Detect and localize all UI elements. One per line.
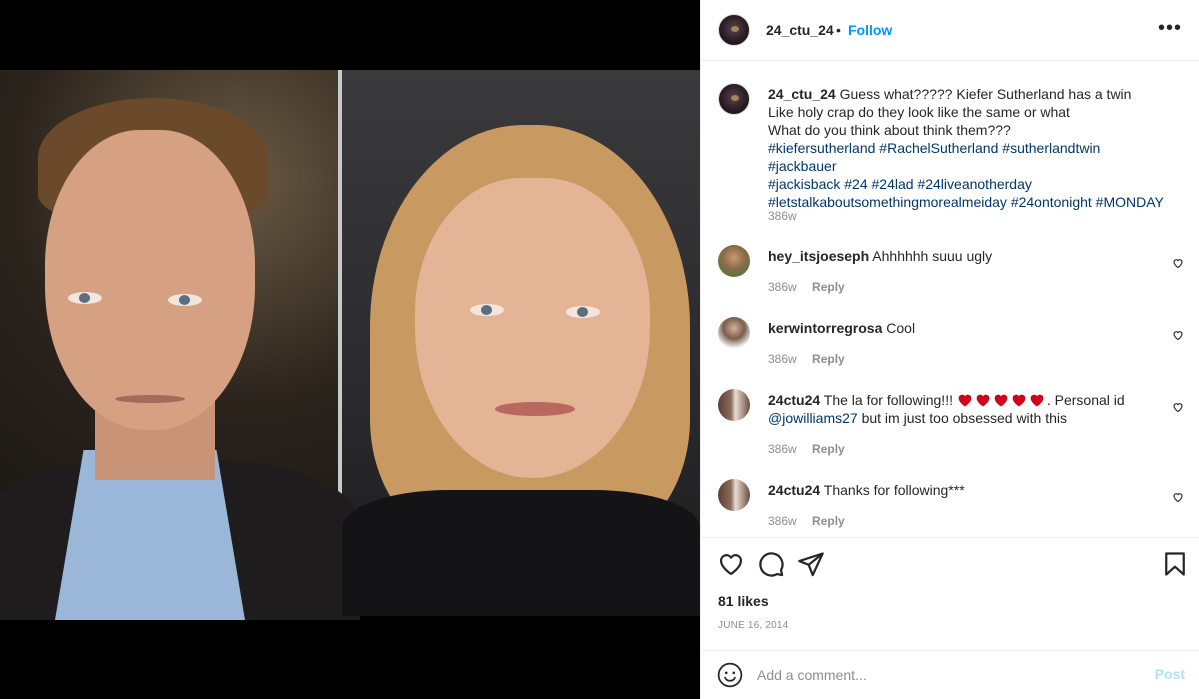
- figure-mouth: [115, 395, 185, 403]
- comment-body: hey_itsjoeseph Ahhhhhh suuu ugly: [768, 247, 1168, 265]
- author-avatar[interactable]: [718, 83, 750, 115]
- author-avatar[interactable]: [718, 14, 750, 46]
- figure-face-female: [415, 178, 650, 478]
- heart-small-icon[interactable]: [1172, 401, 1184, 413]
- hashtag-link[interactable]: #24liveanotherday: [917, 176, 1031, 192]
- comment-meta: 386w Reply: [768, 514, 857, 528]
- comment-age[interactable]: 386w: [768, 280, 797, 294]
- comment-age[interactable]: 386w: [768, 352, 797, 366]
- hashtag-link[interactable]: #MONDAY: [1096, 194, 1164, 210]
- figure-eye: [566, 306, 600, 318]
- comment-body: 24ctu24 The la for following!!! . Person…: [768, 391, 1168, 427]
- comment-text: Cool: [886, 320, 916, 336]
- comment-username[interactable]: kerwintorregrosa: [768, 320, 882, 336]
- add-comment-input[interactable]: [757, 664, 1127, 686]
- comment-text: Thanks for following***: [823, 482, 965, 498]
- red-heart-emoji-icon: [957, 392, 1047, 408]
- share-icon[interactable]: [797, 550, 825, 578]
- comment-text: but im just too obsessed with this: [861, 410, 1068, 426]
- like-icon[interactable]: [717, 550, 745, 578]
- add-comment-bar: Post: [701, 650, 1199, 699]
- mention-link[interactable]: @jowilliams27: [768, 410, 858, 426]
- comments-list[interactable]: 24_ctu_24 Guess what????? Kiefer Sutherl…: [701, 62, 1199, 536]
- commenter-avatar[interactable]: [718, 479, 750, 511]
- figure-eye: [68, 292, 102, 304]
- emoji-icon[interactable]: [717, 662, 743, 688]
- hashtag-link[interactable]: #sutherlandtwin: [1002, 140, 1100, 156]
- comment-username[interactable]: 24ctu24: [768, 392, 820, 408]
- hashtag-link[interactable]: #kiefersutherland: [768, 140, 875, 156]
- caption-body: 24_ctu_24 Guess what????? Kiefer Sutherl…: [768, 85, 1168, 211]
- comment-text: The la for following!!!: [823, 392, 953, 408]
- comment-username[interactable]: hey_itsjoeseph: [768, 248, 869, 264]
- comment-meta: 386w Reply: [768, 352, 857, 366]
- save-icon[interactable]: [1161, 550, 1189, 578]
- comment-age[interactable]: 386w: [768, 442, 797, 456]
- reply-button[interactable]: Reply: [812, 514, 845, 528]
- follow-button[interactable]: Follow: [848, 22, 892, 38]
- hashtag-link[interactable]: #24ontonight: [1011, 194, 1092, 210]
- caption-age[interactable]: 386w: [768, 209, 797, 223]
- commenter-avatar[interactable]: [718, 389, 750, 421]
- comment-text: Ahhhhhh suuu ugly: [872, 248, 993, 264]
- hashtag-link[interactable]: #jackisback: [768, 176, 840, 192]
- figure-face: [45, 130, 255, 430]
- caption-line: What do you think about think them???: [768, 122, 1011, 138]
- post-header: 24_ctu_24 • Follow •••: [701, 0, 1199, 61]
- comment-text: . Personal id: [1046, 392, 1125, 408]
- reply-button[interactable]: Reply: [812, 352, 845, 366]
- figure-eye: [168, 294, 202, 306]
- comment-username[interactable]: 24ctu24: [768, 482, 820, 498]
- hashtag-link[interactable]: #letstalkaboutsomethingmorealmeiday: [768, 194, 1007, 210]
- caption-username[interactable]: 24_ctu_24: [768, 86, 836, 102]
- hashtag-link[interactable]: #24lad: [872, 176, 914, 192]
- header-separator: •: [836, 22, 841, 38]
- reply-button[interactable]: Reply: [812, 442, 845, 456]
- more-options-icon[interactable]: •••: [1158, 16, 1182, 40]
- heart-small-icon[interactable]: [1172, 491, 1184, 503]
- post-date[interactable]: JUNE 16, 2014: [718, 620, 788, 631]
- comment-meta: 386w Reply: [768, 280, 857, 294]
- post-media[interactable]: [0, 0, 700, 699]
- comment-meta: 386w Reply: [768, 442, 857, 456]
- heart-small-icon[interactable]: [1172, 257, 1184, 269]
- heart-small-icon[interactable]: [1172, 329, 1184, 341]
- comment-age[interactable]: 386w: [768, 514, 797, 528]
- caption-line: Guess what????? Kiefer Sutherland has a …: [839, 86, 1132, 102]
- commenter-avatar[interactable]: [718, 317, 750, 349]
- hashtag-link[interactable]: #jackbauer: [768, 158, 837, 174]
- comment-body: 24ctu24 Thanks for following***: [768, 481, 1168, 499]
- caption-meta: 386w: [768, 209, 809, 223]
- commenter-avatar[interactable]: [718, 245, 750, 277]
- figure-mouth-female: [495, 402, 575, 416]
- reply-button[interactable]: Reply: [812, 280, 845, 294]
- post-comment-button[interactable]: Post: [1155, 666, 1185, 682]
- author-username[interactable]: 24_ctu_24: [766, 22, 834, 38]
- post-panel: 24_ctu_24 • Follow ••• 24_ctu_24 Guess w…: [700, 0, 1199, 699]
- figure-eye: [470, 304, 504, 316]
- caption-line: Like holy crap do they look like the sam…: [768, 104, 1070, 120]
- comment-body: kerwintorregrosa Cool: [768, 319, 1168, 337]
- hashtag-link[interactable]: #RachelSutherland: [879, 140, 998, 156]
- comment-icon[interactable]: [757, 550, 785, 578]
- hashtag-link[interactable]: #24: [844, 176, 867, 192]
- likes-count[interactable]: 81 likes: [718, 593, 769, 609]
- figure-top-female: [342, 490, 700, 616]
